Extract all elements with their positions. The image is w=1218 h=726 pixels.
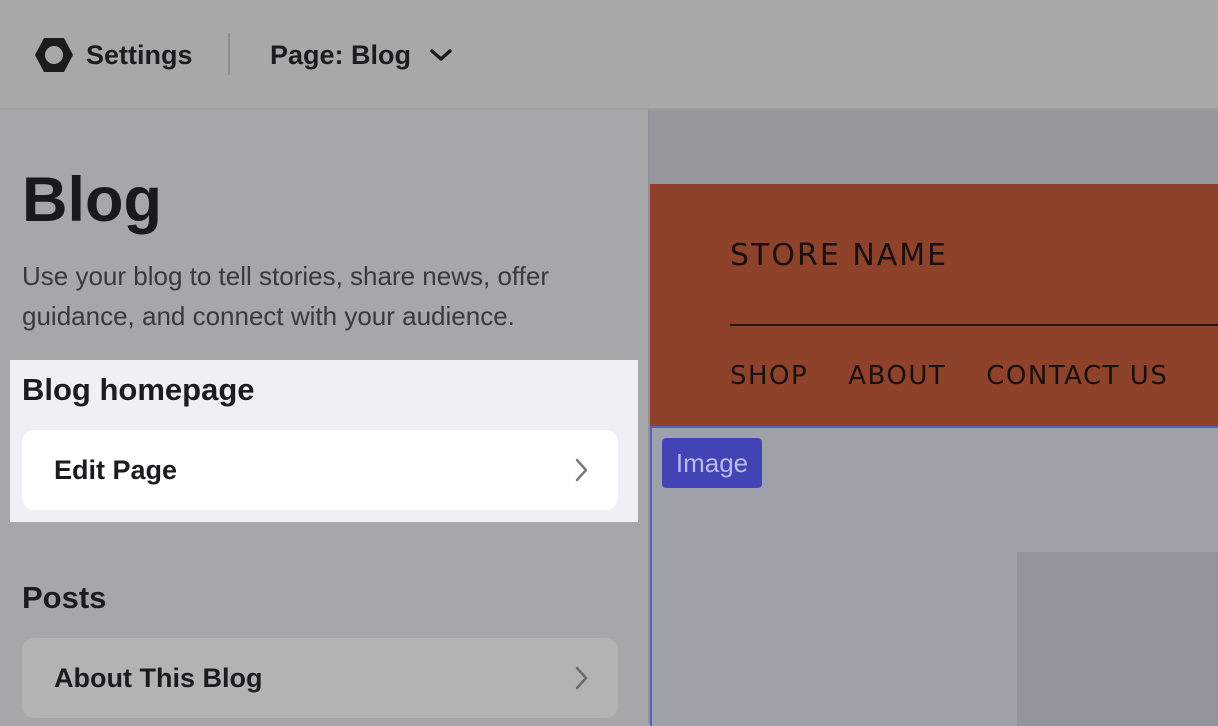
store-header[interactable]: STORE NAME SHOP ABOUT CONTACT US (650, 184, 1218, 426)
image-placeholder[interactable] (1017, 552, 1218, 726)
settings-title[interactable]: Settings (86, 38, 193, 72)
chevron-down-icon (430, 49, 452, 61)
post-item-about-this-blog[interactable]: About This Blog (22, 638, 618, 718)
blog-homepage-heading: Blog homepage (22, 372, 255, 407)
nav-shop[interactable]: SHOP (730, 356, 808, 396)
post-item-label: About This Blog (54, 662, 263, 693)
nav-about[interactable]: ABOUT (848, 356, 946, 396)
header-divider (228, 33, 230, 75)
page-description: Use your blog to tell stories, share new… (22, 261, 549, 331)
chevron-right-icon (575, 458, 588, 482)
page-preview: STORE NAME SHOP ABOUT CONTACT US Image (650, 110, 1218, 726)
posts-heading: Posts (22, 580, 107, 615)
page-title: Blog (22, 165, 162, 235)
top-bar: Settings Page: Blog (0, 0, 1218, 110)
hexagon-logo-icon[interactable] (34, 37, 74, 73)
nav-contact-us[interactable]: CONTACT US (986, 356, 1168, 396)
image-section[interactable]: Image (650, 426, 1218, 726)
edit-page-button[interactable]: Edit Page (22, 430, 618, 510)
settings-sidebar: Blog Use your blog to tell stories, shar… (0, 110, 650, 724)
image-section-tag[interactable]: Image (662, 438, 762, 488)
page-selector-label: Page: Blog (270, 40, 412, 70)
chevron-right-icon (575, 666, 588, 690)
header-rule (730, 324, 1218, 326)
store-name[interactable]: STORE NAME (730, 236, 948, 276)
store-nav: SHOP ABOUT CONTACT US (730, 356, 1208, 396)
page-selector-dropdown[interactable]: Page: Blog (270, 38, 453, 72)
edit-page-label: Edit Page (54, 454, 178, 485)
